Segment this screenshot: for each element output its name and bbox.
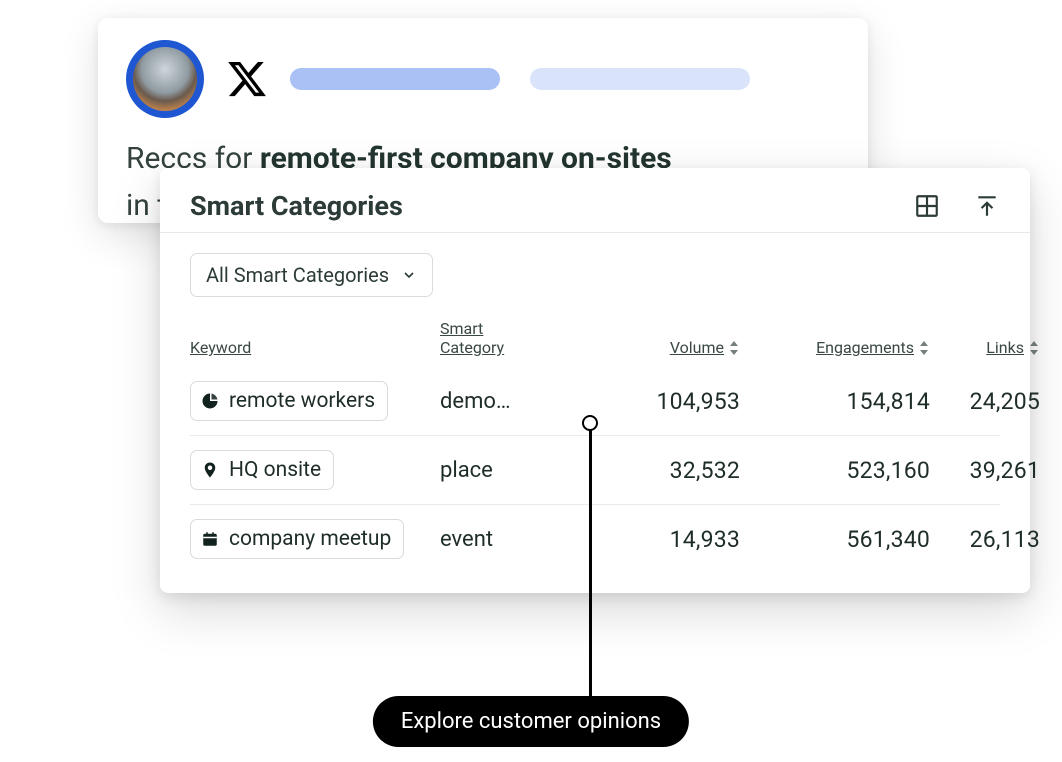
col-keyword-label: Keyword <box>190 338 251 357</box>
table-row[interactable]: HQ onsite place 32,532 523,160 39,261 <box>190 436 1000 505</box>
callout-connector-line <box>589 430 592 698</box>
collapse-up-icon[interactable] <box>974 193 1000 219</box>
keyword-tag[interactable]: company meetup <box>190 519 404 559</box>
divider <box>160 232 1030 233</box>
keyword-tag[interactable]: HQ onsite <box>190 450 334 490</box>
map-pin-icon <box>201 461 219 479</box>
post-meta-placeholder <box>290 68 750 90</box>
col-engagements-label: Engagements <box>816 338 914 357</box>
col-volume[interactable]: Volume <box>590 338 740 357</box>
skeleton-bar <box>530 68 750 90</box>
links-cell: 26,113 <box>930 526 1040 553</box>
engagements-cell: 154,814 <box>740 388 930 415</box>
engagements-cell: 561,340 <box>740 526 930 553</box>
social-post-header <box>126 40 840 118</box>
skeleton-bar <box>290 68 500 90</box>
category-filter-dropdown[interactable]: All Smart Categories <box>190 253 433 297</box>
panel-actions <box>914 193 1000 219</box>
table-header: Keyword Smart Category Volume Engagement… <box>190 313 1000 367</box>
callout-label: Explore customer opinions <box>401 709 661 734</box>
category-cell: demo… <box>440 389 590 414</box>
engagements-cell: 523,160 <box>740 457 930 484</box>
links-cell: 39,261 <box>930 457 1040 484</box>
smart-categories-panel: Smart Categories All Smart Categories <box>160 168 1030 593</box>
callout-pill: Explore customer opinions <box>373 696 689 747</box>
panel-header: Smart Categories <box>190 190 1000 222</box>
keyword-text: HQ onsite <box>229 458 321 482</box>
chevron-down-icon <box>401 267 417 283</box>
links-cell: 24,205 <box>930 388 1040 415</box>
col-keyword[interactable]: Keyword <box>190 338 440 357</box>
col-volume-label: Volume <box>670 338 724 357</box>
col-category-label: Category <box>440 338 504 357</box>
sort-icon <box>1028 341 1040 355</box>
dropdown-label: All Smart Categories <box>206 263 389 287</box>
col-smart-label: Smart <box>440 319 483 338</box>
volume-cell: 14,933 <box>590 526 740 553</box>
col-links-label: Links <box>986 338 1024 357</box>
avatar <box>126 40 204 118</box>
panel-title: Smart Categories <box>190 190 403 222</box>
category-cell: place <box>440 458 590 483</box>
category-cell: event <box>440 527 590 552</box>
col-links[interactable]: Links <box>930 338 1040 357</box>
keyword-text: remote workers <box>229 389 375 413</box>
table-row[interactable]: company meetup event 14,933 561,340 26,1… <box>190 505 1000 573</box>
pie-chart-icon <box>201 392 219 410</box>
sort-icon <box>918 341 930 355</box>
col-smart-category[interactable]: Smart Category <box>440 319 590 357</box>
categories-table: Keyword Smart Category Volume Engagement… <box>190 313 1000 573</box>
callout-anchor-dot <box>582 415 598 431</box>
sort-icon <box>728 341 740 355</box>
x-logo-icon <box>226 58 268 100</box>
calendar-icon <box>201 530 219 548</box>
keyword-text: company meetup <box>229 527 391 551</box>
grid-view-icon[interactable] <box>914 193 940 219</box>
col-engagements[interactable]: Engagements <box>740 338 930 357</box>
keyword-tag[interactable]: remote workers <box>190 381 388 421</box>
volume-cell: 32,532 <box>590 457 740 484</box>
volume-cell: 104,953 <box>590 388 740 415</box>
